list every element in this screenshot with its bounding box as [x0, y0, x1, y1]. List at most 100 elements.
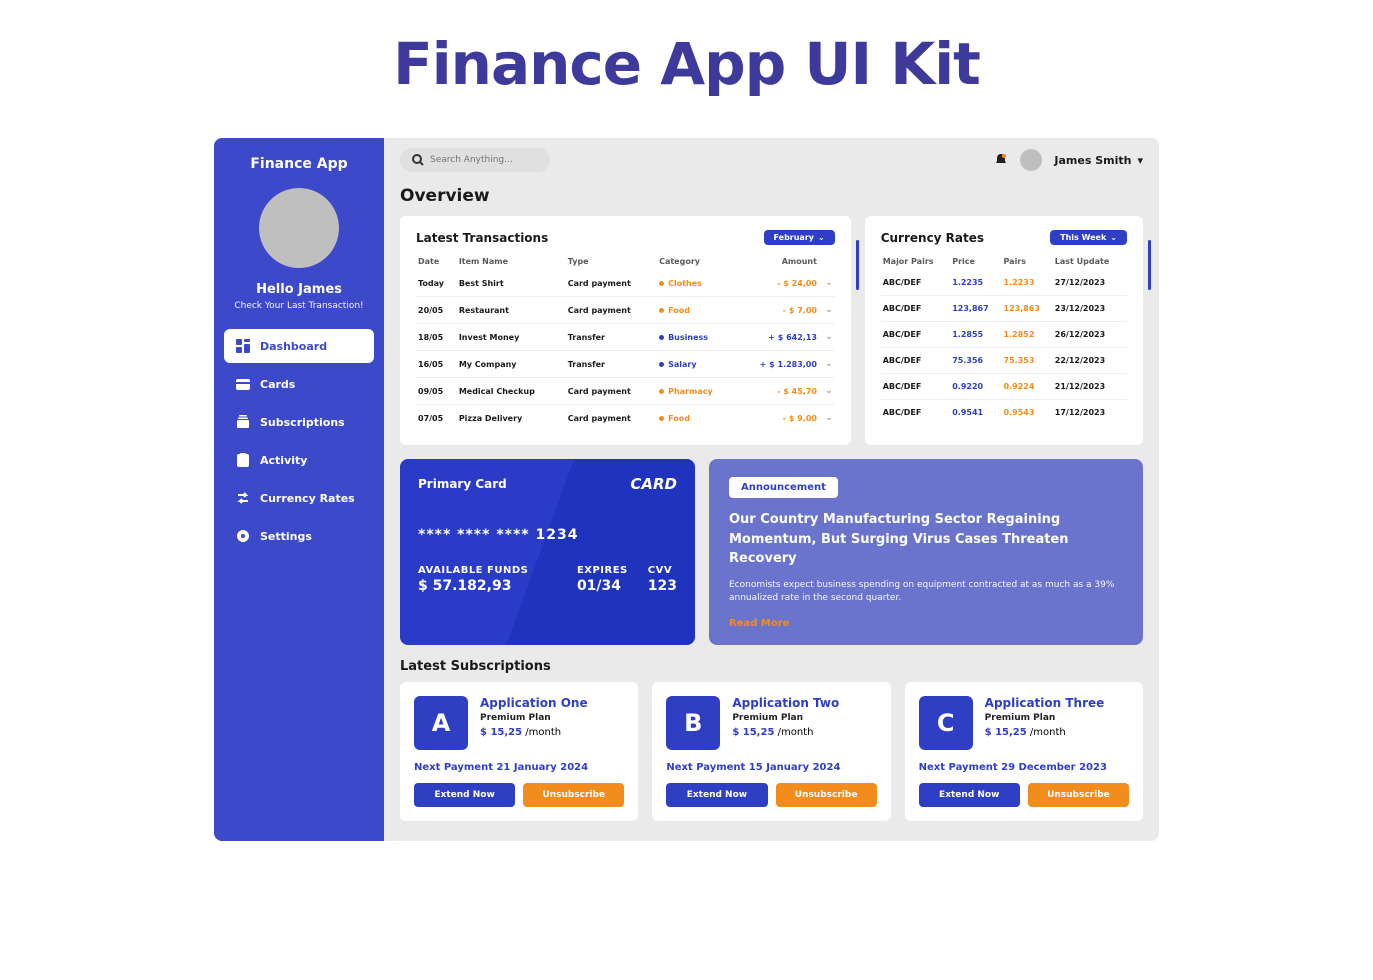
- sub-name: Application One: [480, 696, 588, 710]
- chevron-down-icon[interactable]: ⌄: [825, 305, 833, 315]
- sub-plan: Premium Plan: [732, 713, 839, 723]
- card-brand: CARD: [630, 475, 677, 493]
- subscriptions-icon: [236, 415, 250, 429]
- announcement-tag: Announcement: [729, 477, 838, 498]
- app-icon: B: [666, 696, 720, 750]
- nav-label: Settings: [260, 530, 312, 543]
- read-more-link[interactable]: Read More: [729, 618, 1123, 629]
- sidebar-title: Finance App: [250, 156, 347, 172]
- rate-row: ABC/DEF0.92200.922421/12/2023: [881, 374, 1127, 400]
- bell-icon[interactable]: [994, 153, 1008, 167]
- nav-label: Currency Rates: [260, 492, 355, 505]
- subscription-card: AApplication OnePremium Plan$ 15,25 /mon…: [400, 682, 638, 821]
- rate-row: ABC/DEF0.95410.954317/12/2023: [881, 400, 1127, 426]
- topbar: James Smith ▾: [384, 138, 1159, 182]
- th-name: Item Name: [457, 253, 566, 270]
- funds-value: $ 57.182,93: [418, 578, 528, 594]
- nav: Dashboard Cards Subscriptions Activity C…: [214, 329, 384, 557]
- subscription-card: BApplication TwoPremium Plan$ 15,25 /mon…: [652, 682, 890, 821]
- rate-row: ABC/DEF75.35675.35322/12/2023: [881, 348, 1127, 374]
- unsubscribe-button[interactable]: Unsubscribe: [1028, 783, 1129, 807]
- sub-price: $ 15,25 /month: [985, 727, 1105, 738]
- announcement-panel: Announcement Our Country Manufacturing S…: [709, 459, 1143, 645]
- expires-value: 01/34: [577, 578, 628, 594]
- transaction-row[interactable]: TodayBest ShirtCard paymentClothes- $ 24…: [416, 270, 835, 297]
- th-pairs: Pairs: [1002, 253, 1053, 270]
- sidebar: Finance App Hello James Check Your Last …: [214, 138, 384, 841]
- chevron-down-icon[interactable]: ⌄: [825, 278, 833, 288]
- nav-subscriptions[interactable]: Subscriptions: [224, 405, 374, 439]
- page-title: Finance App UI Kit: [0, 30, 1373, 98]
- transactions-filter[interactable]: February ⌄: [764, 230, 835, 245]
- unsubscribe-button[interactable]: Unsubscribe: [523, 783, 624, 807]
- user-menu[interactable]: James Smith ▾: [1054, 154, 1143, 167]
- nav-label: Activity: [260, 454, 307, 467]
- nav-activity[interactable]: Activity: [224, 443, 374, 477]
- th-price: Price: [950, 253, 1001, 270]
- chevron-down-icon[interactable]: ⌄: [825, 386, 833, 396]
- transaction-row[interactable]: 09/05Medical CheckupCard paymentPharmacy…: [416, 378, 835, 405]
- nav-label: Subscriptions: [260, 416, 345, 429]
- nav-settings[interactable]: Settings: [224, 519, 374, 553]
- content: Overview Latest Transactions February ⌄ …: [384, 182, 1159, 841]
- nav-cards[interactable]: Cards: [224, 367, 374, 401]
- overview-heading: Overview: [400, 186, 1143, 206]
- rates-table: Major Pairs Price Pairs Last Update ABC/…: [881, 253, 1127, 425]
- transaction-row[interactable]: 18/05Invest MoneyTransferBusiness+ $ 642…: [416, 324, 835, 351]
- transaction-row[interactable]: 07/05Pizza DeliveryCard paymentFood- $ 9…: [416, 405, 835, 432]
- funds-label: AVAILABLE FUNDS: [418, 565, 528, 576]
- app-icon: A: [414, 696, 468, 750]
- chevron-down-icon: ⌄: [1110, 233, 1117, 242]
- nav-currency-rates[interactable]: Currency Rates: [224, 481, 374, 515]
- chevron-down-icon[interactable]: ⌄: [825, 332, 833, 342]
- avatar: [259, 188, 339, 268]
- rate-row: ABC/DEF123,867123,86323/12/2023: [881, 296, 1127, 322]
- sub-price: $ 15,25 /month: [480, 727, 588, 738]
- greeting: Hello James: [256, 282, 342, 297]
- dashboard-icon: [236, 339, 250, 353]
- chevron-down-icon: ⌄: [818, 233, 825, 242]
- chevron-down-icon[interactable]: ⌄: [825, 413, 833, 423]
- search[interactable]: [400, 148, 550, 172]
- gear-icon: [236, 529, 250, 543]
- unsubscribe-button[interactable]: Unsubscribe: [776, 783, 877, 807]
- nav-dashboard[interactable]: Dashboard: [224, 329, 374, 363]
- transactions-panel: Latest Transactions February ⌄ Date Item…: [400, 216, 851, 445]
- transaction-row[interactable]: 20/05RestaurantCard paymentFood- $ 7,00⌄: [416, 297, 835, 324]
- transactions-title: Latest Transactions: [416, 231, 548, 245]
- sub-next: Next Payment 21 January 2024: [414, 762, 624, 773]
- transaction-row[interactable]: 16/05My CompanyTransferSalary+ $ 1.283,0…: [416, 351, 835, 378]
- extend-button[interactable]: Extend Now: [919, 783, 1020, 807]
- app-frame: Finance App Hello James Check Your Last …: [214, 138, 1159, 841]
- sub-name: Application Three: [985, 696, 1105, 710]
- th-type: Type: [566, 253, 657, 270]
- nav-label: Cards: [260, 378, 295, 391]
- rates-filter-label: This Week: [1060, 233, 1106, 242]
- card-number: **** **** **** 1234: [418, 527, 677, 543]
- chevron-down-icon: ▾: [1137, 154, 1143, 167]
- transactions-filter-label: February: [774, 233, 815, 242]
- announcement-body: Economists expect business spending on e…: [729, 579, 1123, 606]
- extend-button[interactable]: Extend Now: [414, 783, 515, 807]
- extend-button[interactable]: Extend Now: [666, 783, 767, 807]
- greeting-sub: Check Your Last Transaction!: [234, 301, 363, 311]
- chevron-down-icon[interactable]: ⌄: [825, 359, 833, 369]
- rates-filter[interactable]: This Week ⌄: [1050, 230, 1127, 245]
- rate-row: ABC/DEF1.28551.285226/12/2023: [881, 322, 1127, 348]
- announcement-headline: Our Country Manufacturing Sector Regaini…: [729, 510, 1123, 569]
- cvv-label: CVV: [648, 565, 677, 576]
- sub-next: Next Payment 15 January 2024: [666, 762, 876, 773]
- user-avatar: [1020, 149, 1042, 171]
- clipboard-icon: [236, 453, 250, 467]
- expires-label: EXPIRES: [577, 565, 628, 576]
- user-name: James Smith: [1054, 154, 1131, 167]
- search-input[interactable]: [430, 155, 538, 165]
- exchange-icon: [236, 491, 250, 505]
- th-pair: Major Pairs: [881, 253, 951, 270]
- subscription-card: CApplication ThreePremium Plan$ 15,25 /m…: [905, 682, 1143, 821]
- th-amount: Amount: [735, 253, 818, 270]
- main: James Smith ▾ Overview Latest Transactio…: [384, 138, 1159, 841]
- search-icon: [412, 154, 424, 166]
- card-icon: [236, 377, 250, 391]
- rates-panel: Currency Rates This Week ⌄ Major Pairs P…: [865, 216, 1143, 445]
